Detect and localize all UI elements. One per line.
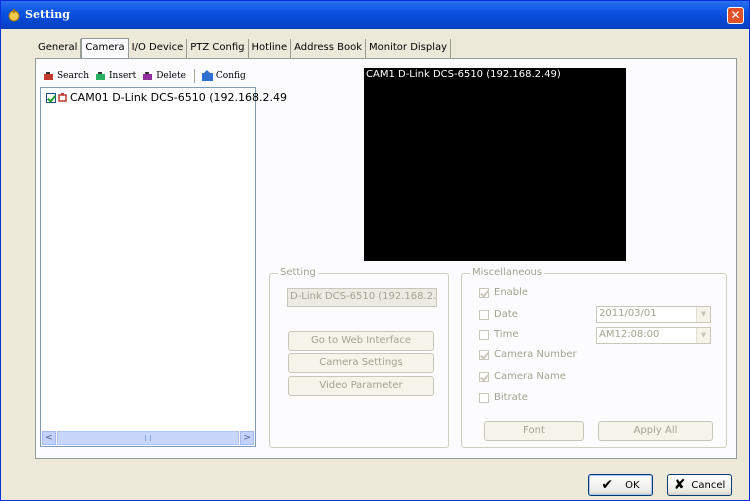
preview-label: CAM1 D-Link DCS-6510 (192.168.2.49) — [366, 69, 561, 80]
bitrate-label: Bitrate — [494, 392, 528, 403]
camera-icon — [58, 92, 67, 102]
camera-settings-button[interactable]: Camera Settings — [288, 353, 434, 373]
x-icon: ✘ — [673, 477, 686, 493]
camera-item-label: CAM01 D-Link DCS-6510 (192.168.2.49 — [70, 91, 288, 104]
list-item[interactable]: CAM01 D-Link DCS-6510 (192.168.2.49 — [46, 91, 287, 104]
tab-general[interactable]: General — [35, 39, 82, 59]
camera-name-label: Camera Name — [494, 371, 566, 382]
setting-group-title: Setting — [278, 267, 318, 278]
go-to-web-interface-button[interactable]: Go to Web Interface — [288, 331, 434, 351]
chevron-down-icon: ▼ — [696, 328, 710, 343]
camera-number-label: Camera Number — [494, 349, 577, 360]
tab-address-book[interactable]: Address Book — [291, 39, 367, 59]
cancel-label: Cancel — [691, 479, 726, 491]
tab-strip: General Camera I/O Device PTZ Config Hot… — [35, 38, 452, 59]
camera-enable-checkbox[interactable] — [46, 92, 56, 103]
camera-number-option[interactable]: Camera Number — [479, 349, 577, 360]
config-button[interactable]: Config — [201, 70, 246, 82]
camera-insert-icon — [96, 72, 105, 80]
camera-list[interactable]: CAM01 D-Link DCS-6510 (192.168.2.49 < > — [40, 87, 287, 447]
time-value: AM12:08:00 — [599, 329, 660, 340]
tab-monitor-display[interactable]: Monitor Display — [366, 39, 452, 59]
config-icon — [201, 70, 213, 81]
tab-hotline[interactable]: Hotline — [249, 39, 292, 59]
enable-checkbox[interactable] — [479, 287, 489, 298]
ok-button[interactable]: ✔ OK — [588, 474, 653, 496]
miscellaneous-group-title: Miscellaneous — [470, 267, 545, 278]
camera-search-icon — [44, 72, 53, 80]
bitrate-option[interactable]: Bitrate — [479, 392, 528, 403]
time-option[interactable]: Time — [479, 329, 518, 340]
cancel-button[interactable]: ✘ Cancel — [667, 474, 732, 496]
toolbar-separator — [193, 69, 195, 83]
date-value: 2011/03/01 — [599, 308, 657, 319]
time-dropdown[interactable]: AM12:08:00 ▼ — [596, 327, 711, 344]
enable-label: Enable — [494, 287, 529, 298]
ok-label: OK — [625, 479, 640, 491]
camera-toolbar: Search Insert Delete Config — [43, 68, 252, 84]
date-checkbox[interactable] — [479, 309, 489, 320]
tab-io-device[interactable]: I/O Device — [129, 39, 188, 59]
camera-preview: CAM1 D-Link DCS-6510 (192.168.2.49) — [364, 68, 626, 261]
delete-button[interactable]: Delete — [142, 70, 186, 82]
close-button[interactable]: ✕ — [727, 7, 744, 24]
time-checkbox[interactable] — [479, 329, 489, 340]
tab-camera[interactable]: Camera — [81, 38, 129, 59]
check-icon: ✔ — [601, 477, 614, 493]
enable-option[interactable]: Enable — [479, 287, 528, 298]
camera-name-checkbox[interactable] — [479, 371, 489, 382]
delete-label: Delete — [156, 71, 186, 81]
bitrate-checkbox[interactable] — [479, 392, 489, 403]
title-bar[interactable]: Setting ✕ — [1, 1, 749, 29]
search-label: Search — [57, 71, 89, 81]
camera-name-field[interactable]: D-Link DCS-6510 (192.168.2.49 — [287, 288, 437, 307]
insert-button[interactable]: Insert — [95, 70, 136, 82]
camera-number-checkbox[interactable] — [479, 349, 489, 360]
horizontal-scrollbar[interactable]: < > — [42, 431, 254, 445]
video-parameter-button[interactable]: Video Parameter — [288, 376, 434, 396]
font-button[interactable]: Font — [484, 421, 584, 441]
camera-name-option[interactable]: Camera Name — [479, 371, 566, 382]
config-label: Config — [215, 71, 246, 81]
scroll-left-icon[interactable]: < — [42, 431, 56, 445]
chevron-down-icon: ▼ — [696, 307, 710, 322]
tab-ptz-config[interactable]: PTZ Config — [187, 39, 249, 59]
close-icon: ✕ — [730, 8, 741, 22]
scroll-thumb[interactable] — [57, 431, 239, 445]
date-option[interactable]: Date — [479, 309, 518, 320]
date-label: Date — [494, 309, 518, 320]
scroll-grip-icon — [145, 435, 151, 441]
search-button[interactable]: Search — [43, 70, 89, 82]
setting-app-icon — [8, 9, 20, 22]
camera-delete-icon — [143, 72, 153, 80]
apply-all-button[interactable]: Apply All — [598, 421, 713, 441]
setting-window: Setting ✕ General Camera I/O Device PTZ … — [0, 0, 750, 501]
time-label: Time — [494, 329, 519, 340]
window-title: Setting — [25, 8, 70, 21]
scroll-right-icon[interactable]: > — [240, 431, 254, 445]
date-dropdown[interactable]: 2011/03/01 ▼ — [596, 306, 711, 323]
insert-label: Insert — [109, 71, 137, 81]
